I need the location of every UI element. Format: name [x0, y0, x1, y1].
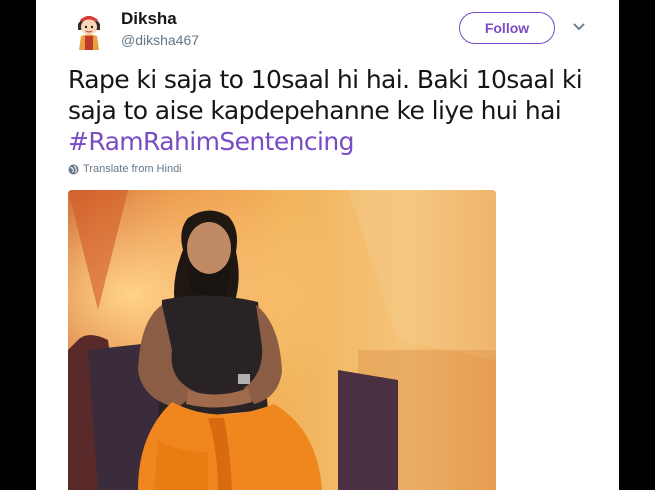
chevron-down-icon[interactable]: [572, 20, 586, 34]
hashtag-link[interactable]: #RamRahimSentencing: [68, 126, 588, 157]
tweet-photo[interactable]: [68, 190, 496, 490]
tweet-text-line-1: Rape ki saja to 10saal hi hai. Baki 10sa…: [68, 65, 583, 94]
tweet-card: Diksha @diksha467 Follow Rape ki saja to…: [36, 0, 619, 490]
tweet-text-line-2: saja to aise kapdepehanne ke liye hui ha…: [68, 96, 562, 125]
avatar[interactable]: [66, 6, 112, 52]
photo-man-seated-on-stage-icon: [68, 190, 496, 490]
translate-link[interactable]: Translate from Hindi: [68, 163, 182, 175]
user-handle[interactable]: @diksha467: [121, 32, 199, 48]
tweet-text: Rape ki saja to 10saal hi hai. Baki 10sa…: [68, 64, 588, 157]
user-name[interactable]: Diksha: [121, 9, 177, 29]
cartoon-girl-avatar-icon: [67, 7, 111, 51]
follow-button[interactable]: Follow: [459, 12, 555, 44]
globe-icon: [68, 164, 79, 174]
translate-label: Translate from Hindi: [83, 163, 182, 175]
